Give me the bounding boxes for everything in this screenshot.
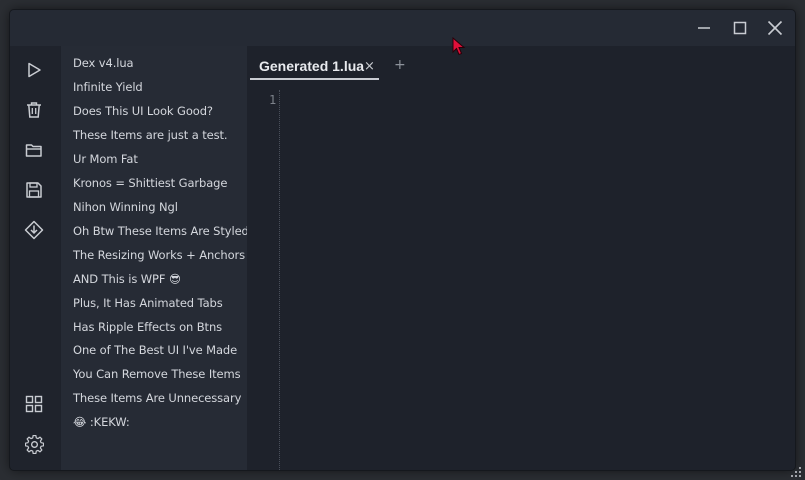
mouse-cursor-icon bbox=[452, 37, 466, 56]
list-item[interactable]: AND This is WPF 😎 bbox=[73, 269, 181, 289]
add-tab-button[interactable]: + bbox=[394, 57, 406, 73]
script-list: Dex v4.lua Infinite Yield Does This UI L… bbox=[61, 46, 247, 470]
trash-icon bbox=[27, 102, 41, 118]
resize-grip-icon[interactable] bbox=[790, 466, 802, 478]
close-button[interactable] bbox=[758, 10, 792, 46]
action-sidebar bbox=[10, 46, 60, 470]
open-file-button[interactable] bbox=[23, 139, 45, 161]
list-item[interactable]: Nihon Winning Ngl bbox=[73, 197, 178, 217]
list-item[interactable]: These Items Are Unnecessary bbox=[73, 388, 241, 408]
settings-button[interactable] bbox=[23, 433, 45, 455]
save-file-button[interactable] bbox=[23, 179, 45, 201]
list-item[interactable]: Infinite Yield bbox=[73, 77, 143, 97]
list-item[interactable]: You Can Remove These Items bbox=[73, 364, 241, 384]
gutter-divider bbox=[279, 90, 280, 470]
code-editor[interactable] bbox=[281, 90, 795, 470]
tab-label: Generated 1.lua bbox=[259, 58, 365, 74]
list-item[interactable]: The Resizing Works + Anchors bbox=[73, 245, 245, 265]
inject-icon bbox=[24, 220, 44, 240]
active-tab-indicator bbox=[250, 78, 379, 80]
script-hub-button[interactable] bbox=[23, 393, 45, 415]
list-item[interactable]: Has Ripple Effects on Btns bbox=[73, 317, 222, 337]
list-item[interactable]: These Items are just a test. bbox=[73, 125, 228, 145]
list-item[interactable]: Dex v4.lua bbox=[73, 53, 134, 73]
list-item[interactable]: Ur Mom Fat bbox=[73, 149, 138, 169]
inject-button[interactable] bbox=[23, 219, 45, 241]
play-icon bbox=[28, 62, 41, 78]
maximize-icon bbox=[733, 21, 747, 35]
list-item[interactable]: Oh Btw These Items Are Styled bbox=[73, 221, 247, 241]
minimize-button[interactable] bbox=[687, 10, 721, 46]
line-number-gutter: 1 bbox=[248, 90, 280, 470]
execute-button[interactable] bbox=[23, 59, 45, 81]
list-item[interactable]: Does This UI Look Good? bbox=[73, 101, 213, 121]
grid-icon bbox=[25, 395, 43, 413]
line-number: 1 bbox=[269, 93, 277, 107]
executor-window: Dex v4.lua Infinite Yield Does This UI L… bbox=[10, 10, 795, 470]
tab-generated-1[interactable]: Generated 1.lua × bbox=[250, 56, 379, 80]
folder-icon bbox=[25, 144, 42, 157]
list-item[interactable]: One of The Best UI I've Made bbox=[73, 340, 237, 360]
editor-pane: Generated 1.lua × + 1 bbox=[248, 46, 795, 470]
gear-icon bbox=[24, 434, 44, 454]
maximize-button[interactable] bbox=[723, 10, 757, 46]
list-item[interactable]: Kronos = Shittiest Garbage bbox=[73, 173, 227, 193]
list-item[interactable]: 😂 :KEKW: bbox=[73, 412, 130, 432]
minimize-icon bbox=[698, 27, 710, 29]
tab-close-button[interactable]: × bbox=[364, 59, 375, 75]
title-bar[interactable] bbox=[10, 10, 795, 46]
floppy-disk-icon bbox=[26, 182, 42, 198]
clear-button[interactable] bbox=[23, 99, 45, 121]
close-icon bbox=[767, 20, 783, 36]
list-item[interactable]: Plus, It Has Animated Tabs bbox=[73, 293, 223, 313]
